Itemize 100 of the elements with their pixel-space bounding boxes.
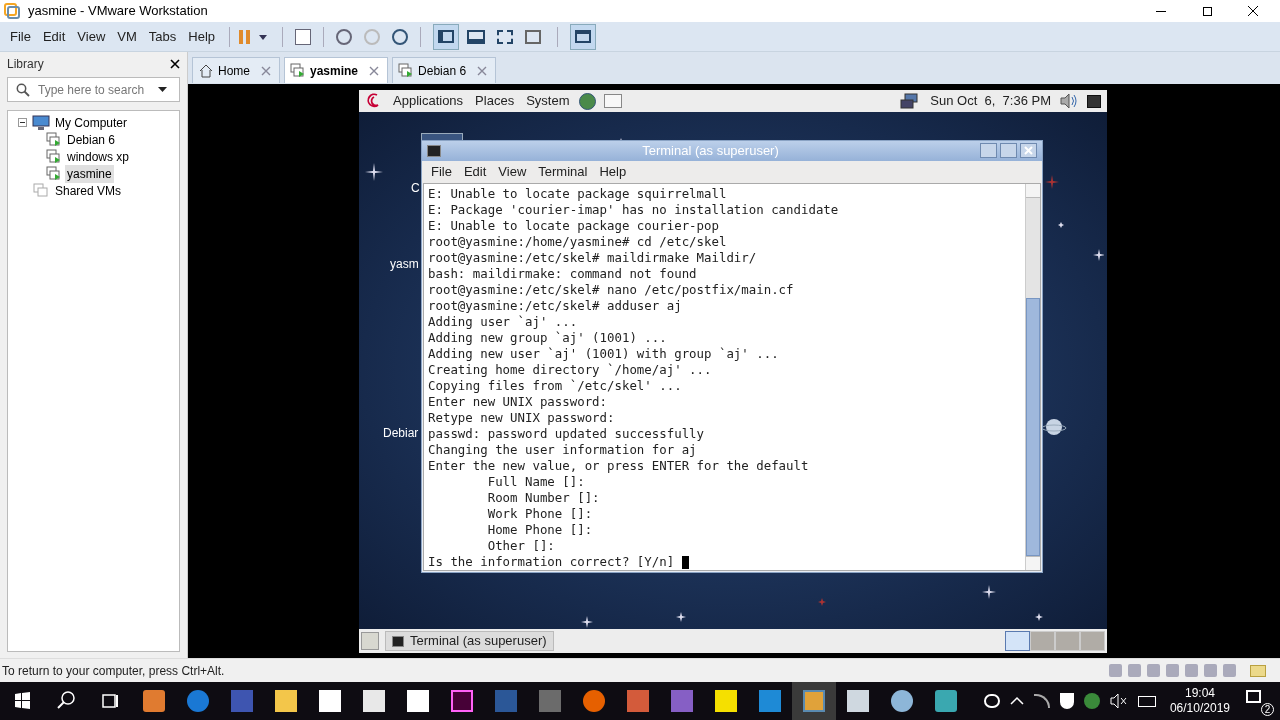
desktop-icon-label[interactable]: C (411, 179, 420, 197)
snapshot-manager-icon[interactable] (392, 28, 409, 45)
notification-count: 2 (1261, 703, 1274, 716)
tree-item[interactable]: windows xp (65, 147, 132, 166)
terminal-line: Is the information correct? [Y/n] (428, 554, 689, 570)
panel-menu[interactable]: System (524, 91, 572, 111)
menu-item[interactable]: VM (111, 26, 143, 47)
terminal-line: passwd: password updated successfully (428, 426, 704, 442)
vm-icon (398, 62, 415, 79)
terminal-line: bash: maildirmake: command not found (428, 266, 697, 282)
workspace-switcher-item[interactable] (1055, 631, 1080, 651)
wifi-icon[interactable] (1033, 694, 1050, 708)
search-icon (16, 82, 30, 97)
tree-item[interactable]: Debian 6 (65, 130, 118, 149)
cursor (681, 556, 689, 569)
close-icon[interactable] (170, 59, 180, 69)
shared-vms-icon (32, 182, 50, 199)
globe-icon[interactable] (1083, 693, 1100, 709)
clock-time[interactable]: 19:04 (1184, 686, 1215, 701)
menu-item[interactable]: Edit (36, 26, 72, 47)
tab[interactable]: Home (192, 57, 280, 83)
vm-icon (46, 131, 62, 148)
tab-label: Debian 6 (418, 62, 467, 80)
message-icon[interactable] (1250, 664, 1266, 677)
terminal-line: E: Unable to locate package squirrelmall (428, 186, 727, 202)
desktop-icon-label[interactable]: yasm (390, 255, 419, 273)
terminal-line: Adding new group `aj' (1001) ... (428, 330, 667, 346)
gear-icon[interactable] (891, 690, 913, 712)
menu-item[interactable]: Edit (458, 162, 492, 182)
menu-item[interactable]: Terminal (533, 162, 593, 182)
menu-item[interactable]: View (493, 162, 532, 182)
terminal-line: root@yasmine:/home/yasmine# cd /etc/skel (428, 234, 727, 250)
terminal-line: Home Phone []: (486, 522, 593, 538)
browser-icon[interactable] (187, 690, 209, 712)
tree-item[interactable]: Shared VMs (55, 181, 122, 200)
people-icon[interactable] (983, 694, 1000, 708)
snapshot-icon[interactable] (336, 28, 353, 45)
minimize-icon[interactable] (980, 143, 997, 159)
terminal-line: Other []: (486, 538, 555, 554)
browser-icon[interactable] (579, 92, 597, 110)
workspace-switcher-item[interactable] (1030, 631, 1055, 651)
app-icon[interactable] (143, 690, 165, 712)
tree-item[interactable]: My Computer (55, 113, 128, 132)
workspace-switcher-item[interactable] (1080, 631, 1105, 651)
panel-clock[interactable]: Sun Oct 6, 7:36 PM (930, 91, 1051, 111)
vm-icon (46, 165, 62, 182)
menu-item[interactable]: File (4, 26, 37, 47)
caret-icon[interactable] (158, 86, 167, 93)
panel-menu[interactable]: Applications (391, 91, 466, 111)
menu-item[interactable]: View (71, 26, 112, 47)
vm-icon (290, 62, 306, 79)
thumbnail-view-icon[interactable] (570, 23, 597, 50)
terminal-line: Creating home directory `/home/aj' ... (428, 362, 712, 378)
app-icon[interactable] (935, 690, 957, 712)
collapse-icon[interactable] (18, 118, 27, 127)
unity-icon[interactable] (525, 29, 542, 44)
battery-icon[interactable] (1137, 695, 1156, 707)
menu-item[interactable]: Help (594, 162, 632, 182)
vmware-logo-icon (4, 3, 20, 19)
send-keys-icon[interactable] (295, 28, 312, 45)
terminal-line: Adding new user `aj' (1001) with group `aj' ... (428, 346, 779, 362)
terminal-title: Terminal (as superuser) (641, 142, 780, 160)
library-view-icon[interactable] (433, 23, 460, 50)
search-box[interactable]: Type here to search (7, 77, 180, 102)
terminal-line: Changing the user information for aj (428, 442, 697, 458)
show-desktop-icon[interactable] (1087, 94, 1101, 108)
full-screen-icon[interactable] (497, 29, 514, 44)
mail-icon[interactable] (604, 94, 623, 108)
workspace-switcher-item[interactable] (1005, 631, 1030, 651)
menu-item[interactable]: Tabs (142, 26, 183, 47)
desktop-icon[interactable] (421, 133, 463, 140)
notifications-icon[interactable] (1246, 690, 1261, 703)
design-app-icon[interactable] (451, 690, 473, 712)
tab[interactable]: yasmine (284, 57, 389, 83)
browser-icon[interactable] (583, 690, 605, 712)
scrollbar[interactable] (1025, 184, 1040, 570)
tree-item[interactable]: yasmine (65, 164, 114, 183)
terminal-line: Room Number []: (486, 490, 600, 506)
chevron-up-icon[interactable] (1009, 696, 1024, 706)
taskbar-button[interactable]: Terminal (as superuser) (385, 631, 554, 651)
status-text: To return to your computer, press Ctrl+Alt. (2, 662, 225, 680)
maximize-icon[interactable] (1000, 143, 1017, 159)
menu-item[interactable]: Help (182, 26, 222, 47)
terminal-line: root@yasmine:/etc/skel# nano /etc/postfix/main.cf (428, 282, 794, 298)
panel-menu[interactable]: Places (473, 91, 517, 111)
volume-icon[interactable] (1059, 93, 1079, 109)
console-view-icon[interactable] (467, 29, 486, 44)
terminal-line: Work Phone []: (486, 506, 593, 522)
desktop-icon-label[interactable]: Debiar (383, 424, 419, 442)
search-field[interactable]: Type here to search (38, 80, 150, 99)
tab[interactable]: Debian 6 (392, 57, 497, 83)
volume-muted-icon[interactable] (1109, 693, 1128, 709)
tab-label: yasmine (310, 62, 359, 80)
vmware-icon[interactable] (803, 690, 825, 712)
shield-icon[interactable] (1059, 693, 1074, 709)
terminal-line: Copying files from `/etc/skel' ... (428, 378, 682, 394)
tab-label: Home (218, 62, 250, 80)
clock-date[interactable]: 06/10/2019 (1169, 701, 1230, 716)
menu-item[interactable]: File (426, 162, 457, 182)
terminal-icon (427, 144, 441, 157)
